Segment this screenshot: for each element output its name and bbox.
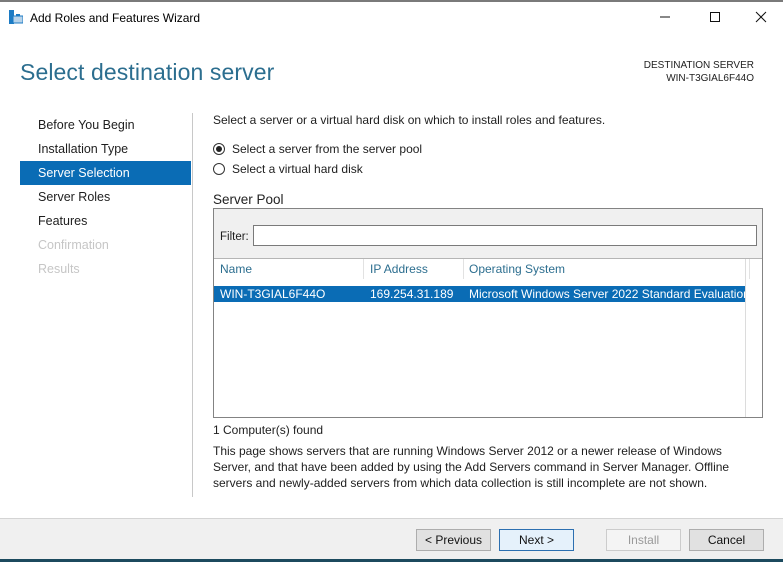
computers-found: 1 Computer(s) found — [213, 423, 324, 437]
previous-button[interactable]: < Previous — [416, 529, 491, 551]
server-row[interactable]: WIN-T3GIAL6F44O 169.254.31.189 Microsoft… — [214, 286, 750, 302]
option-server-pool-label: Select a server from the server pool — [232, 142, 423, 156]
server-pool-title: Server Pool — [213, 192, 284, 207]
install-button: Install — [606, 529, 681, 551]
destination-server: DESTINATION SERVER WIN-T3GIAL6F44O — [644, 59, 754, 85]
nav-item-before-you-begin[interactable]: Before You Begin — [20, 113, 191, 137]
nav-item-server-selection[interactable]: Server Selection — [20, 161, 191, 185]
radio-virtual-hard-disk[interactable] — [213, 163, 225, 175]
next-button[interactable]: Next > — [499, 529, 574, 551]
minimize-icon — [660, 16, 670, 18]
server-manager-icon — [9, 10, 23, 24]
info-text: This page shows servers that are running… — [213, 444, 730, 490]
column-header-operating-system[interactable]: Operating System — [469, 262, 565, 276]
nav-item-installation-type[interactable]: Installation Type — [20, 137, 191, 161]
column-divider[interactable] — [463, 259, 464, 279]
column-divider[interactable] — [749, 259, 750, 279]
filter-label: Filter: — [220, 231, 249, 243]
server-pool-panel: Filter: Name IP Address Operating System… — [213, 208, 763, 418]
filter-input[interactable] — [253, 225, 757, 246]
minimize-button[interactable] — [642, 2, 688, 32]
column-header-ip-address[interactable]: IP Address — [370, 262, 428, 276]
destination-server-label: DESTINATION SERVER — [643, 60, 754, 71]
cancel-button[interactable]: Cancel — [689, 529, 764, 551]
maximize-icon — [710, 12, 720, 22]
page-title: Select destination server — [20, 59, 275, 85]
column-header-name[interactable]: Name — [220, 262, 252, 276]
list-edge — [745, 259, 746, 417]
close-icon — [755, 11, 767, 23]
window-title: Add Roles and Features Wizard — [30, 11, 201, 25]
server-os: Microsoft Windows Server 2022 Standard E… — [469, 287, 750, 301]
nav-item-server-roles[interactable]: Server Roles — [20, 185, 191, 209]
maximize-button[interactable] — [692, 2, 738, 32]
wizard-nav: Before You Begin Installation Type Serve… — [20, 113, 191, 281]
page-description: Select a server or a virtual hard disk o… — [213, 113, 606, 127]
option-virtual-hard-disk-label: Select a virtual hard disk — [232, 162, 363, 176]
nav-item-results: Results — [38, 262, 80, 276]
nav-item-confirmation: Confirmation — [38, 238, 109, 252]
destination-server-value: WIN-T3GIAL6F44O — [666, 73, 754, 84]
filter-bar: Filter: — [214, 209, 762, 259]
nav-item-features[interactable]: Features — [20, 209, 191, 233]
server-name: WIN-T3GIAL6F44O — [220, 287, 326, 301]
column-divider[interactable] — [363, 259, 364, 279]
nav-divider — [192, 113, 193, 497]
radio-server-pool[interactable] — [213, 143, 225, 155]
option-virtual-hard-disk[interactable]: Select a virtual hard disk — [213, 162, 363, 176]
close-button[interactable] — [738, 2, 783, 32]
option-server-pool[interactable]: Select a server from the server pool — [213, 142, 422, 156]
server-ip: 169.254.31.189 — [370, 287, 454, 301]
